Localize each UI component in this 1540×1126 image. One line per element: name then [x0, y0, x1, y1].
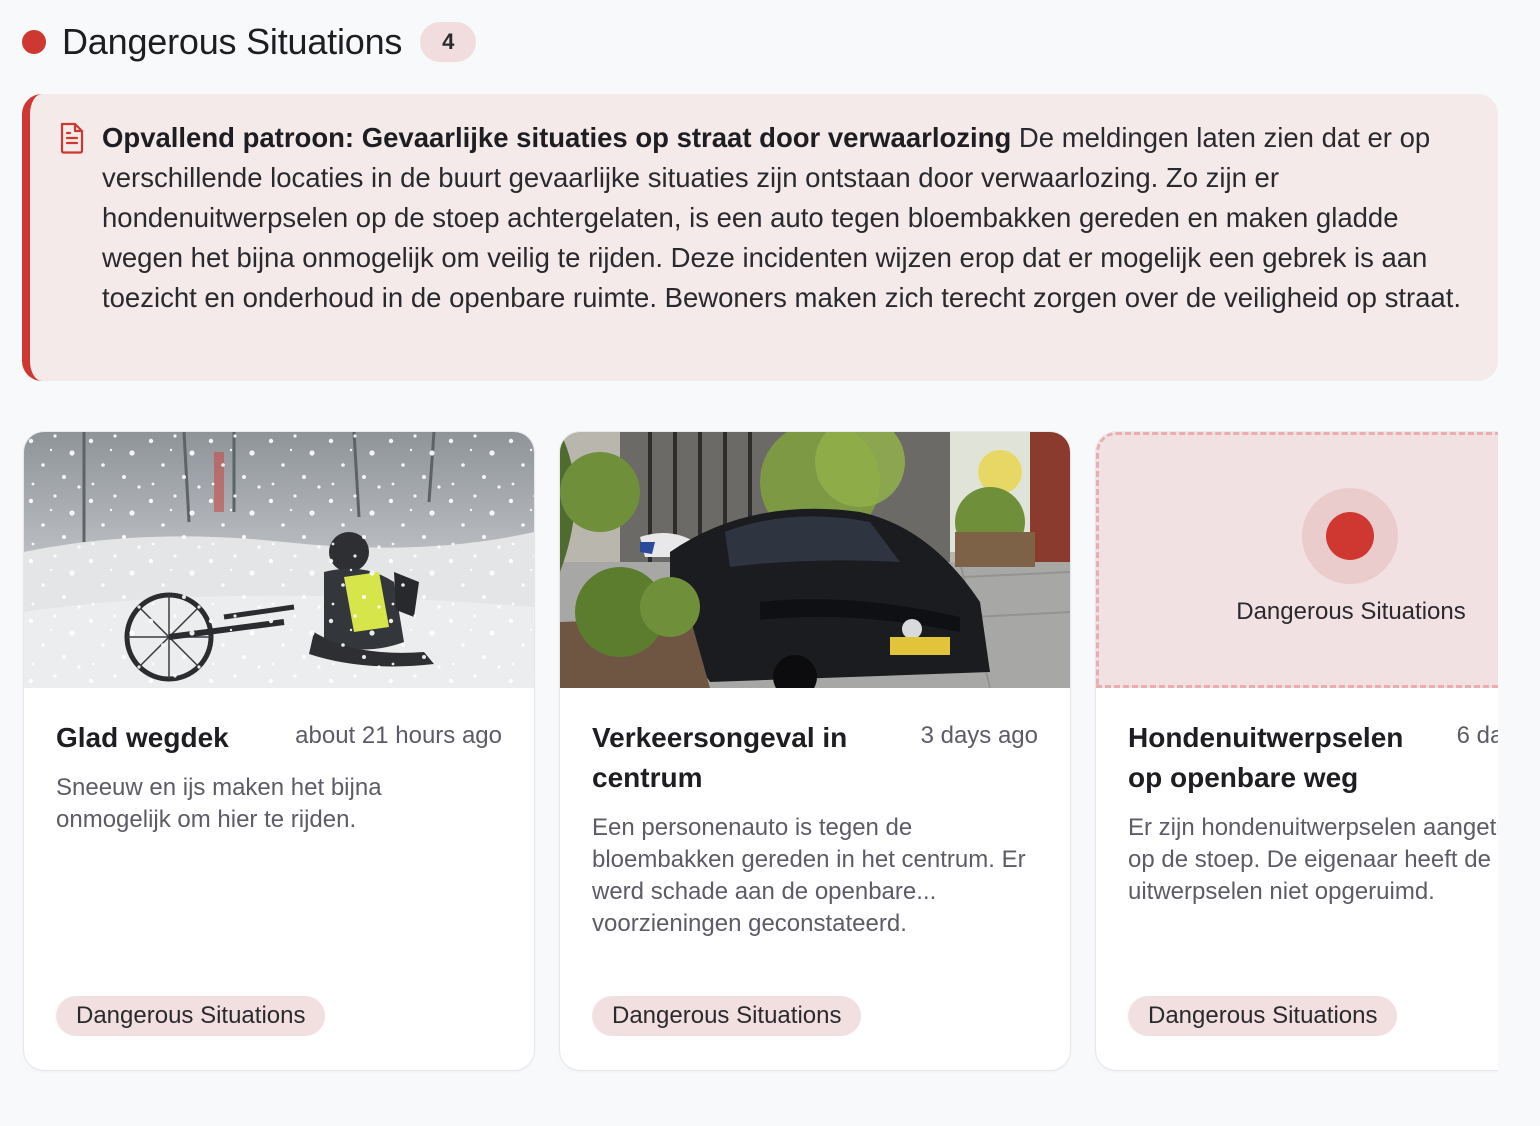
report-timestamp: about 21 hours ago [295, 722, 502, 749]
placeholder-category-label: Dangerous Situations [1236, 598, 1466, 625]
category-tag[interactable]: Dangerous Situations [592, 996, 862, 1036]
report-card[interactable]: Verkeersongeval in centrum 3 days ago Ee… [560, 432, 1070, 1070]
category-dot-icon [22, 30, 46, 54]
section-title: Dangerous Situations [62, 21, 403, 62]
report-description: Sneeuw en ijs maken het bijna onmogelijk… [56, 774, 382, 833]
insight-title: Opvallend patroon: Gevaarlijke situaties… [102, 122, 1012, 153]
report-title: Hondenuitwerpselen op openbare weg [1128, 722, 1404, 793]
report-description: Er zijn hondenuitwerpselen aangetroffen … [1128, 814, 1540, 905]
report-card[interactable]: Dangerous Situations Hondenuitwerpselen … [1096, 432, 1540, 1070]
pattern-insight-box: Opvallend patroon: Gevaarlijke situaties… [22, 94, 1498, 381]
report-photo-placeholder: Dangerous Situations [1096, 432, 1540, 688]
report-card[interactable]: Glad wegdek about 21 hours ago Sneeuw en… [24, 432, 534, 1070]
report-timestamp: 3 days ago [920, 722, 1038, 749]
scroll-container-edge [1498, 380, 1540, 1126]
report-photo-car-accident [560, 432, 1070, 688]
category-ring-icon [1302, 488, 1398, 584]
report-description: Een personenauto is tegen de bloembakken… [592, 814, 1026, 937]
insight-text: Opvallend patroon: Gevaarlijke situaties… [102, 118, 1470, 318]
report-photo-snowy-road [24, 432, 534, 688]
count-badge: 4 [420, 22, 477, 62]
category-tag[interactable]: Dangerous Situations [56, 996, 326, 1036]
category-tag[interactable]: Dangerous Situations [1128, 996, 1398, 1036]
document-icon [60, 122, 84, 154]
report-title: Glad wegdek [56, 722, 229, 753]
report-title: Verkeersongeval in centrum [592, 722, 848, 793]
section-header: Dangerous Situations 4 [22, 20, 477, 64]
